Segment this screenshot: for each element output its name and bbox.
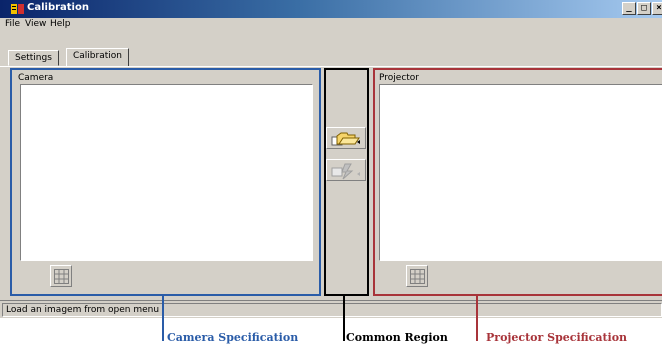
menu-help[interactable]: Help [50,19,71,29]
camera-grid-button[interactable] [50,265,72,287]
status-text: Load an imagem from open menu [2,303,662,317]
projector-label: Projector [379,73,419,83]
menu-view[interactable]: View [25,19,46,29]
camera-label: Camera [18,73,54,83]
camera-leader-line [162,296,164,341]
close-button[interactable]: × [652,2,662,15]
tab-strip: Settings Calibration [0,33,662,67]
common-region [324,68,369,296]
projector-grid-button[interactable] [406,265,428,287]
menu-bar: File View Help [0,18,662,33]
capture-button[interactable] [326,159,366,181]
common-annotation: Common Region [346,331,448,344]
projector-region: Projector [373,68,662,296]
camera-canvas[interactable] [20,84,313,261]
calibration-window: Calibration _ □ × File View Help Setting… [0,0,662,318]
maximize-button[interactable]: □ [637,2,651,15]
tab-calibration[interactable]: Calibration [66,48,129,67]
grid-icon [410,269,425,284]
window-title: Calibration [27,2,89,13]
open-button[interactable] [326,127,366,149]
status-bar: Load an imagem from open menu [0,300,662,318]
app-icon [11,4,24,14]
menu-file[interactable]: File [5,19,20,29]
projector-canvas[interactable] [379,84,662,261]
camera-region: Camera [10,68,321,296]
tab-divider [0,66,662,67]
capture-flash-icon [331,163,360,180]
common-leader-line [343,296,345,341]
tab-settings[interactable]: Settings [8,50,59,66]
title-bar[interactable]: Calibration _ □ × [0,0,662,18]
projector-leader-line [476,296,478,341]
minimize-button[interactable]: _ [622,2,636,15]
grid-icon [54,269,69,284]
projector-annotation: Projector Specification [486,331,628,344]
camera-annotation: Camera Specification [167,331,299,344]
open-folder-icon [331,132,360,146]
